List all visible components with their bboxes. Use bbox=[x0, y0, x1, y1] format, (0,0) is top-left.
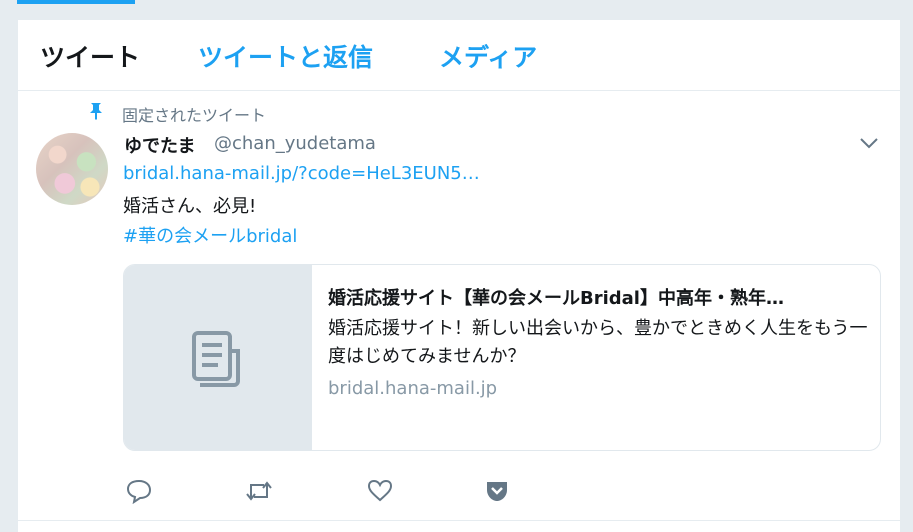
tweet-text: 婚活さん、必見! bbox=[123, 196, 257, 217]
avatar[interactable] bbox=[36, 133, 108, 205]
card-domain: bridal.hana-mail.jp bbox=[328, 378, 498, 399]
card-title: 婚活応援サイト【華の会メールBridal】中高年・熟年… bbox=[328, 288, 784, 309]
active-nav-underline bbox=[17, 0, 135, 4]
pocket-icon[interactable] bbox=[484, 478, 510, 504]
chevron-down-icon[interactable] bbox=[859, 136, 879, 150]
card-description: 婚活応援サイト！新しい出会いから、豊かでときめく人生をもう一度はじめてみませんか… bbox=[328, 318, 868, 367]
like-icon[interactable] bbox=[367, 478, 393, 504]
tweet-link[interactable]: bridal.hana-mail.jp/?code=HeL3EUN5… bbox=[123, 163, 480, 184]
tab-tweets[interactable]: ツイート bbox=[40, 38, 140, 74]
pinned-label: 固定されたツイート bbox=[122, 106, 267, 125]
hashtag-link[interactable]: #華の会メールbridal bbox=[123, 222, 297, 248]
user-handle[interactable]: @chan_yudetama bbox=[214, 133, 376, 154]
reply-icon[interactable] bbox=[126, 478, 152, 504]
retweet-icon[interactable] bbox=[244, 478, 274, 504]
profile-timeline: ツイート ツイートと返信 メディア 固定されたツイート ゆでたま @chan_y… bbox=[18, 20, 900, 532]
card-thumbnail bbox=[124, 265, 312, 450]
link-preview-card[interactable]: 婚活応援サイト【華の会メールBridal】中高年・熟年… 婚活応援サイト！新しい… bbox=[123, 264, 881, 451]
top-bar bbox=[0, 0, 913, 6]
tab-tweets-and-replies[interactable]: ツイートと返信 bbox=[198, 38, 373, 74]
tab-media[interactable]: メディア bbox=[439, 38, 537, 74]
display-name[interactable]: ゆでたま bbox=[124, 132, 195, 158]
tweet-divider bbox=[18, 520, 900, 521]
pin-icon bbox=[90, 103, 102, 120]
document-icon bbox=[192, 331, 240, 387]
profile-tabs: ツイート ツイートと返信 メディア bbox=[18, 20, 900, 91]
